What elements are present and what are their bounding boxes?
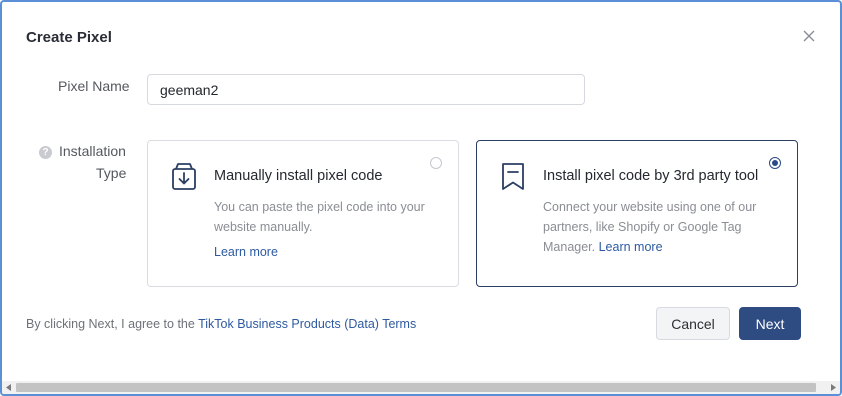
option-third-party-learn-more-link[interactable]: Learn more [599, 240, 663, 254]
pixel-name-input[interactable] [147, 74, 585, 105]
terms-link[interactable]: TikTok Business Products (Data) Terms [198, 317, 416, 331]
question-circle-icon[interactable]: ? [39, 146, 52, 159]
option-third-party-radio[interactable] [769, 157, 781, 169]
bookmark-icon [499, 162, 527, 197]
close-button[interactable] [799, 26, 819, 46]
pixel-name-label: Pixel Name [58, 78, 130, 94]
option-manual-description: You can paste the pixel code into your w… [214, 200, 425, 234]
option-manual-title: Manually install pixel code [214, 168, 383, 184]
scroll-right-arrow-icon[interactable] [826, 381, 840, 394]
option-manual-install-card[interactable]: Manually install pixel code You can past… [147, 140, 459, 287]
agreement-text: By clicking Next, I agree to the TikTok … [26, 317, 416, 331]
option-third-party-description-block: Connect your website using one of our pa… [543, 197, 773, 257]
next-button[interactable]: Next [739, 307, 801, 340]
option-manual-radio[interactable] [430, 157, 442, 169]
installation-type-label-line2: Type [96, 165, 127, 181]
option-manual-learn-more-link[interactable]: Learn more [214, 245, 278, 259]
agreement-prefix: By clicking Next, I agree to the [26, 317, 195, 331]
installation-type-label-line1: Installation [59, 143, 126, 159]
create-pixel-dialog: Create Pixel Pixel Name ? Installation T… [0, 0, 842, 396]
horizontal-scrollbar[interactable] [2, 381, 840, 394]
close-icon[interactable] [803, 30, 815, 42]
cancel-button[interactable]: Cancel [656, 307, 730, 340]
scroll-left-arrow-icon[interactable] [2, 381, 16, 394]
option-third-party-card[interactable]: Install pixel code by 3rd party tool Con… [476, 140, 798, 287]
download-box-icon [170, 162, 198, 197]
dialog-title: Create Pixel [26, 29, 112, 46]
scrollbar-thumb[interactable] [16, 383, 816, 392]
option-third-party-title: Install pixel code by 3rd party tool [543, 168, 759, 184]
